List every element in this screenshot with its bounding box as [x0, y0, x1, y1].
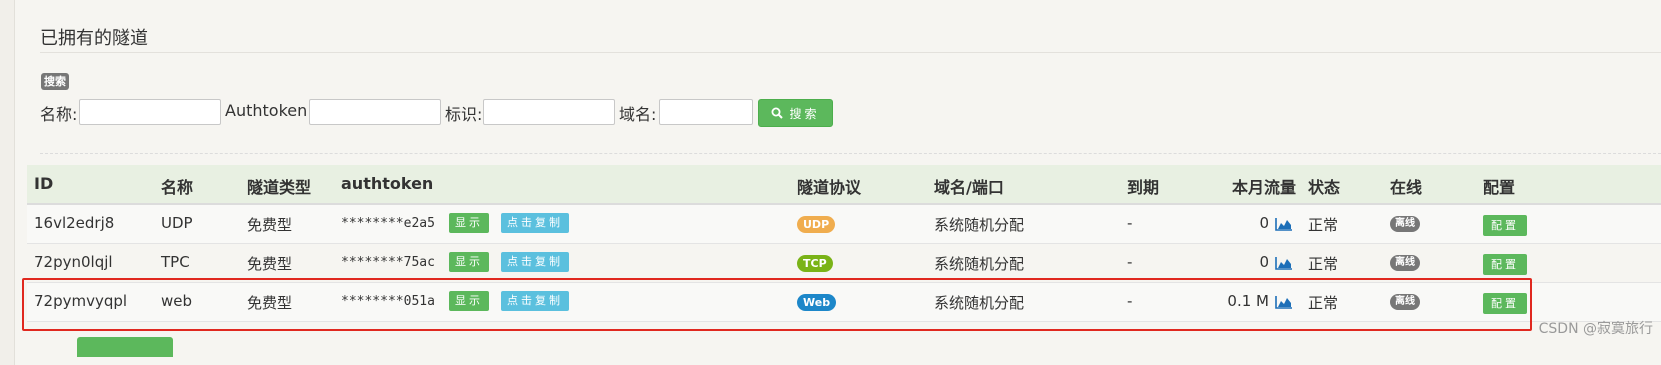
left-sidebar-edge [0, 0, 15, 365]
header-domain-port: 域名/端口 [934, 178, 1004, 197]
page-title: 已拥有的隧道 [40, 28, 148, 49]
online-status-badge: 离线 [1390, 216, 1420, 232]
table-row: 16vl2edrj8 UDP 免费型 ********e2a5 显示 点击复制 … [27, 205, 1661, 244]
header-id: ID [34, 174, 54, 193]
show-token-button[interactable]: 显示 [449, 213, 489, 233]
tunnel-type: 免费型 [247, 216, 293, 234]
search-button-label: 搜索 [789, 106, 820, 121]
divider [40, 52, 1661, 53]
tunnel-status: 正常 [1308, 255, 1339, 273]
protocol-badge: TCP [797, 255, 833, 272]
domain-input[interactable] [659, 99, 753, 125]
header-name: 名称 [161, 178, 194, 197]
tunnel-traffic: 0 [1259, 253, 1269, 271]
search-section-badge: 搜索 [41, 73, 69, 90]
tunnel-traffic: 0 [1259, 214, 1269, 232]
area-chart-icon[interactable] [1275, 217, 1293, 231]
authtoken-input[interactable] [309, 99, 441, 125]
tunnel-expire: - [1127, 253, 1133, 271]
tunnel-id: 16vl2edrj8 [34, 214, 115, 232]
header-protocol: 隧道协议 [797, 178, 862, 197]
tunnel-id: 72pyn0lqjl [34, 253, 113, 271]
protocol-badge: UDP [797, 216, 836, 233]
area-chart-icon[interactable] [1275, 256, 1293, 270]
name-input[interactable] [79, 99, 221, 125]
highlight-annotation-box [22, 278, 1532, 331]
config-button[interactable]: 配置 [1483, 215, 1527, 236]
online-status-badge: 离线 [1390, 255, 1420, 271]
tag-input[interactable] [483, 99, 615, 125]
copy-token-button[interactable]: 点击复制 [501, 213, 569, 233]
authtoken-label: Authtoken: [225, 101, 313, 120]
tunnel-authtoken: ********75ac [341, 255, 435, 270]
header-authtoken: authtoken [341, 174, 434, 193]
header-expire: 到期 [1127, 178, 1160, 197]
header-online: 在线 [1390, 178, 1423, 197]
tunnel-status: 正常 [1308, 216, 1339, 234]
tunnel-expire: - [1127, 214, 1133, 232]
header-traffic: 本月流量 [1232, 178, 1297, 197]
tag-label: 标识: [445, 105, 483, 124]
copy-token-button[interactable]: 点击复制 [501, 252, 569, 272]
divider [40, 153, 1661, 154]
header-type: 隧道类型 [247, 178, 312, 197]
tunnel-name: TPC [161, 253, 190, 271]
show-token-button[interactable]: 显示 [449, 252, 489, 272]
search-button[interactable]: 搜索 [758, 99, 833, 127]
tunnel-type: 免费型 [247, 255, 293, 273]
watermark: CSDN @寂寞旅行 [1538, 321, 1653, 337]
header-status: 状态 [1308, 178, 1341, 197]
tunnel-name: UDP [161, 214, 193, 232]
search-icon [771, 107, 784, 119]
name-label: 名称: [40, 105, 78, 124]
tunnel-authtoken: ********e2a5 [341, 216, 435, 231]
bottom-action-button[interactable] [77, 337, 173, 357]
tunnel-domain: 系统随机分配 [934, 216, 1025, 234]
table-header: ID 名称 隧道类型 authtoken 隧道协议 域名/端口 到期 本月流量 … [27, 165, 1661, 205]
domain-label: 域名: [619, 105, 657, 124]
tunnel-domain: 系统随机分配 [934, 255, 1025, 273]
config-button[interactable]: 配置 [1483, 254, 1527, 275]
header-config: 配置 [1483, 178, 1516, 197]
